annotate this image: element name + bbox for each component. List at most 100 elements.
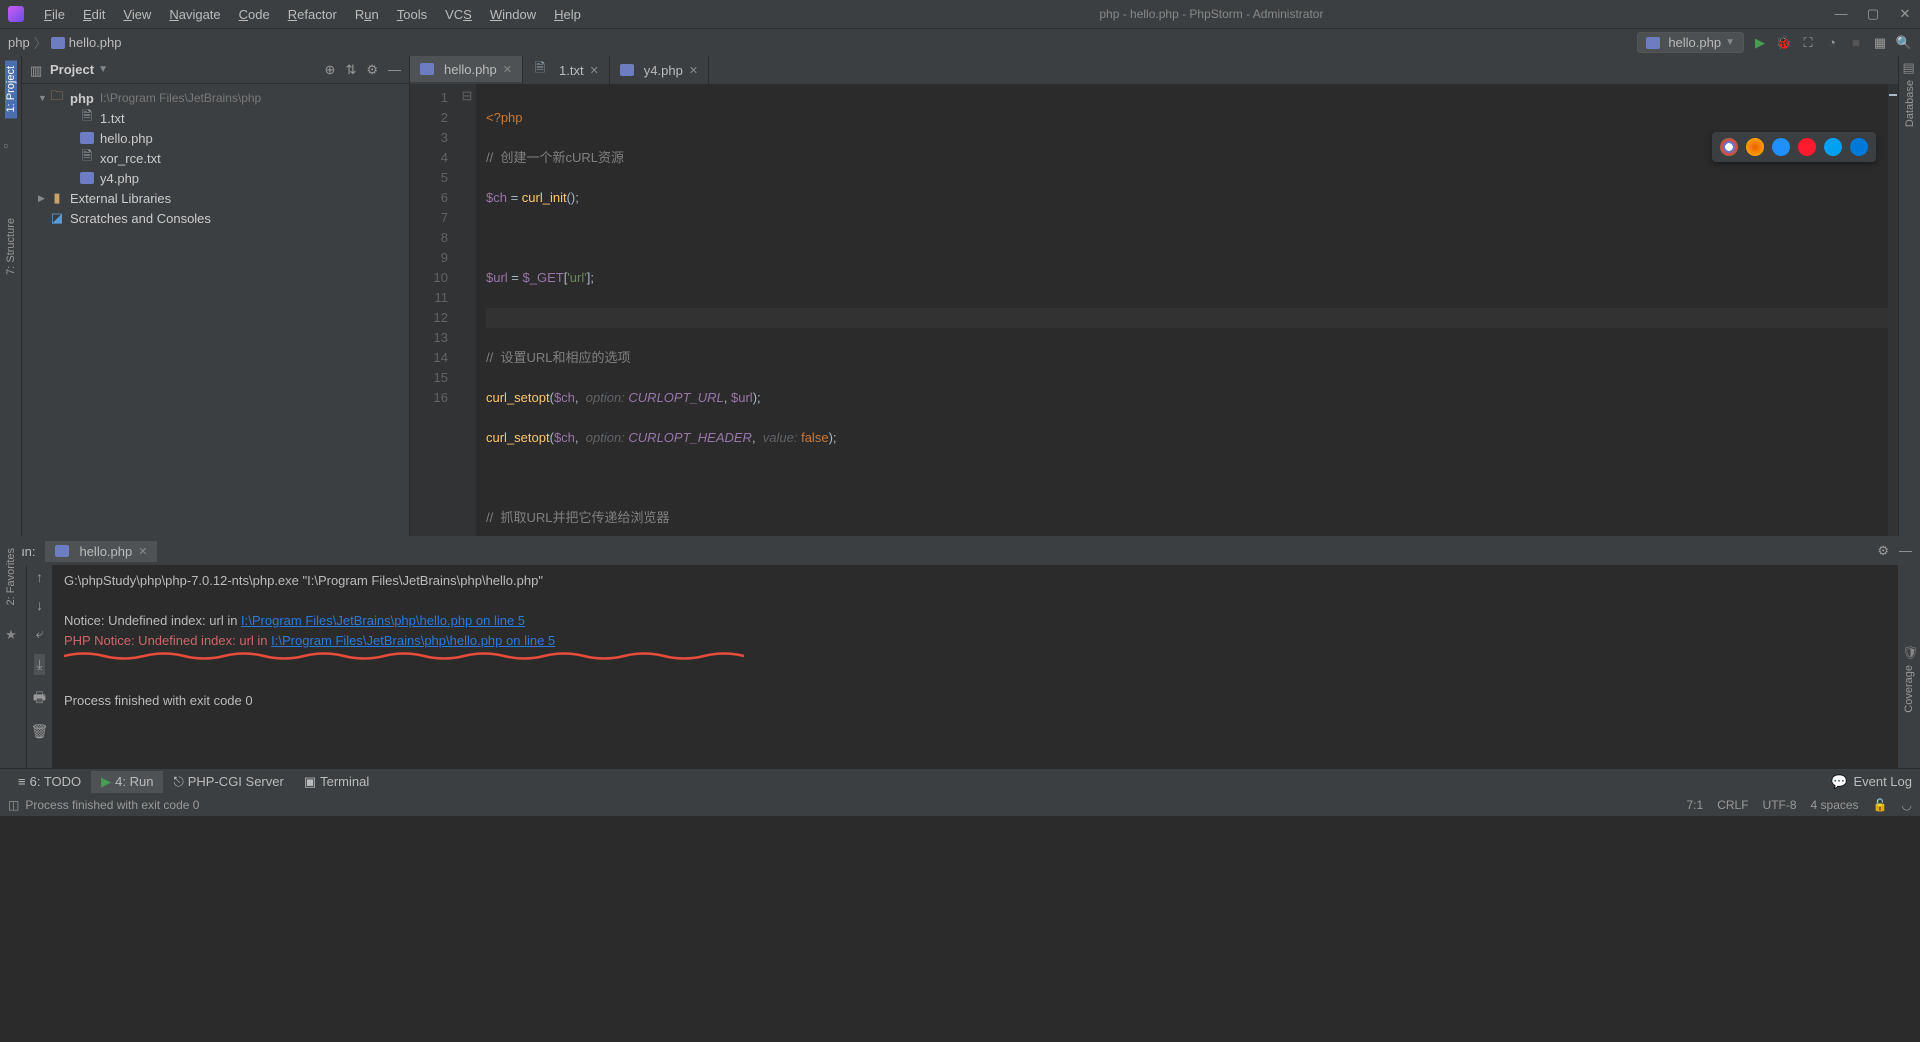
todo-icon: ≡ — [18, 774, 26, 789]
error-underline — [64, 651, 764, 661]
menu-view[interactable]: View — [115, 4, 159, 25]
bottom-tab-terminal[interactable]: ▣Terminal — [294, 771, 379, 793]
menu-edit[interactable]: Edit — [75, 4, 113, 25]
line-gutter[interactable]: 12345678910111213141516 — [410, 84, 458, 536]
bottom-tab-eventlog[interactable]: Event Log — [1853, 774, 1912, 789]
down-icon[interactable]: ↓ — [36, 597, 43, 613]
bottom-tab-cgi[interactable]: ⎋PHP-CGI Server — [163, 771, 293, 793]
sidebar-tab-project[interactable]: 1: Project — [5, 60, 17, 118]
menu-code[interactable]: Code — [231, 4, 278, 25]
file-encoding[interactable]: UTF-8 — [1763, 798, 1797, 812]
run-config-selector[interactable]: hello.php ▼ — [1637, 32, 1744, 53]
editor-tab[interactable]: 🗎1.txt✕ — [523, 56, 610, 84]
profile-icon[interactable]: ◔ — [1824, 35, 1840, 51]
expand-icon[interactable]: ▼ — [38, 93, 50, 103]
opera-icon[interactable] — [1798, 138, 1816, 156]
status-message: Process finished with exit code 0 — [25, 798, 199, 812]
file-link[interactable]: I:\Program Files\JetBrains\php\hello.php… — [271, 633, 555, 648]
folder-icon[interactable]: ▫ — [4, 138, 18, 152]
menu-window[interactable]: Window — [482, 4, 544, 25]
menu-refactor[interactable]: Refactor — [280, 4, 345, 25]
close-icon[interactable]: ✕ — [689, 64, 698, 77]
bottom-tool-tabs: ≡6: TODO ▶4: Run ⎋PHP-CGI Server ▣Termin… — [0, 768, 1920, 794]
debug-button[interactable]: 🐞 — [1776, 35, 1792, 51]
chrome-icon[interactable] — [1720, 138, 1738, 156]
minimize-button[interactable]: — — [1834, 6, 1848, 22]
star-icon[interactable]: ★ — [5, 627, 17, 643]
menu-help[interactable]: Help — [546, 4, 589, 25]
scroll-end-icon[interactable]: ⤓ — [34, 654, 44, 675]
ie-icon[interactable] — [1824, 138, 1842, 156]
sidebar-tab-coverage[interactable]: Coverage — [1903, 659, 1915, 719]
menu-navigate[interactable]: Navigate — [161, 4, 228, 25]
maximize-button[interactable]: ▢ — [1866, 6, 1880, 22]
tree-file[interactable]: y4.php — [22, 168, 409, 188]
tree-file[interactable]: 🗎xor_rce.txt — [22, 148, 409, 168]
gear-icon[interactable]: ⚙ — [1877, 543, 1889, 559]
bottom-tab-todo[interactable]: ≡6: TODO — [8, 771, 91, 792]
console-line: Process finished with exit code 0 — [64, 691, 1886, 711]
project-tree[interactable]: ▼ 🗀 php I:\Program Files\JetBrains\php 🗎… — [22, 84, 409, 232]
expand-all-icon[interactable]: ⇅ — [345, 62, 356, 78]
soft-wrap-icon[interactable]: ⤶ — [36, 625, 44, 642]
close-icon[interactable]: ✕ — [138, 545, 147, 558]
run-header: Run: hello.php ✕ ⚙ — — [0, 537, 1920, 565]
close-icon[interactable]: ✕ — [590, 64, 599, 77]
close-button[interactable]: ✕ — [1898, 6, 1912, 22]
readonly-icon[interactable]: 🔓 — [1873, 798, 1888, 812]
hide-icon[interactable]: — — [388, 62, 401, 78]
sidebar-tab-favorites[interactable]: 2: Favorites — [5, 542, 17, 611]
tree-root[interactable]: ▼ 🗀 php I:\Program Files\JetBrains\php — [22, 88, 409, 108]
caret-position[interactable]: 7:1 — [1687, 798, 1704, 812]
tree-ext-lib[interactable]: ▶▮External Libraries — [22, 188, 409, 208]
menu-run[interactable]: Run — [347, 4, 387, 25]
file-link[interactable]: I:\Program Files\JetBrains\php\hello.php… — [241, 613, 525, 628]
up-icon[interactable]: ↑ — [36, 569, 43, 585]
menu-vcs[interactable]: VCS — [437, 4, 480, 25]
stop-button[interactable]: ■ — [1848, 35, 1864, 51]
edge-icon[interactable] — [1850, 138, 1868, 156]
locate-icon[interactable]: ⊕ — [325, 62, 336, 78]
trash-icon[interactable]: 🗑 — [31, 723, 49, 740]
line-separator[interactable]: CRLF — [1717, 798, 1748, 812]
gear-icon[interactable]: ⚙ — [366, 62, 378, 78]
coverage-run-icon[interactable]: ⛶ — [1800, 35, 1816, 51]
close-icon[interactable]: ✕ — [503, 63, 512, 76]
code-editor[interactable]: 12345678910111213141516 ⊟ <?php // 创建一个新… — [410, 84, 1898, 536]
tree-file[interactable]: 🗎1.txt — [22, 108, 409, 128]
layout-icon[interactable]: ▦ — [1872, 35, 1888, 51]
editor-tab[interactable]: y4.php✕ — [610, 56, 709, 84]
php-icon — [80, 132, 94, 144]
console-output[interactable]: G:\phpStudy\php\php-7.0.12-nts\php.exe "… — [52, 565, 1898, 768]
firefox-icon[interactable] — [1746, 138, 1764, 156]
editor-tab[interactable]: hello.php✕ — [410, 56, 523, 84]
hide-icon[interactable]: — — [1899, 543, 1912, 559]
bottom-tab-run[interactable]: ▶4: Run — [91, 771, 163, 793]
expand-icon[interactable]: ▶ — [38, 193, 50, 204]
tree-file[interactable]: hello.php — [22, 128, 409, 148]
console-line — [64, 671, 1886, 691]
chevron-down-icon[interactable]: ▼ — [98, 64, 108, 75]
breadcrumb-root[interactable]: php — [8, 35, 30, 50]
print-icon[interactable]: 🖶 — [33, 687, 46, 711]
search-everywhere-icon[interactable]: 🔍 — [1896, 35, 1912, 51]
tree-scratches[interactable]: ◪Scratches and Consoles — [22, 208, 409, 228]
menu-tools[interactable]: Tools — [389, 4, 435, 25]
fold-gutter[interactable]: ⊟ — [458, 84, 476, 536]
sidebar-tab-database[interactable]: Database — [1904, 74, 1916, 133]
sidebar-tab-structure[interactable]: 7: Structure — [5, 212, 17, 281]
tool-windows-icon[interactable]: ◫ — [8, 798, 19, 812]
coverage-icon[interactable]: 🛡 — [1902, 645, 1916, 659]
php-icon — [55, 545, 69, 557]
run-button[interactable]: ▶ — [1752, 35, 1768, 51]
indent-setting[interactable]: 4 spaces — [1811, 798, 1859, 812]
code-content[interactable]: <?php // 创建一个新cURL资源 $ch = curl_init(); … — [476, 84, 1898, 536]
run-tab[interactable]: hello.php ✕ — [45, 541, 157, 562]
safari-icon[interactable] — [1772, 138, 1790, 156]
menu-file[interactable]: File — [36, 4, 73, 25]
breadcrumb-file[interactable]: hello.php — [69, 35, 122, 50]
editor-scrollbar[interactable] — [1888, 84, 1898, 536]
inspect-icon[interactable]: ◡ — [1902, 798, 1912, 812]
database-icon[interactable]: ▤ — [1903, 60, 1917, 74]
tree-root-path: I:\Program Files\JetBrains\php — [100, 91, 261, 105]
